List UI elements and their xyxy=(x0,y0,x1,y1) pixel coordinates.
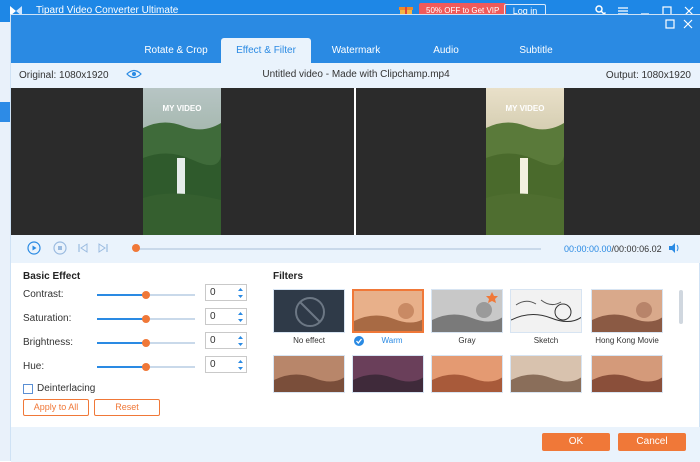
tab-audio[interactable]: Audio xyxy=(401,38,491,63)
filter-sketch[interactable] xyxy=(510,289,582,333)
deinterlacing-label: Deinterlacing xyxy=(37,383,96,394)
hue-value[interactable]: 0 xyxy=(210,359,216,370)
hue-stepper[interactable]: 0 xyxy=(205,356,247,373)
contrast-slider-handle[interactable] xyxy=(142,291,150,299)
original-video-frame: MY VIDEO xyxy=(143,88,221,235)
brightness-slider[interactable] xyxy=(97,339,195,347)
filter-label: Sketch xyxy=(533,336,559,345)
reset-button[interactable]: Reset xyxy=(94,399,160,416)
timeline-track[interactable] xyxy=(133,248,541,250)
dialog-maximize-icon[interactable] xyxy=(665,19,675,32)
saturation-stepper[interactable]: 0 xyxy=(205,308,247,325)
stepper-arrows-icon[interactable] xyxy=(237,310,244,324)
duration: /00:00:06.02 xyxy=(611,244,662,254)
tab-subtitle[interactable]: Subtitle xyxy=(491,38,581,63)
filter-label: Gray xyxy=(458,336,476,345)
saturation-value[interactable]: 0 xyxy=(210,311,216,322)
tab-rotate-crop[interactable]: Rotate & Crop xyxy=(131,38,221,63)
saturation-slider[interactable] xyxy=(97,315,195,323)
contrast-slider[interactable] xyxy=(97,291,195,299)
cancel-button[interactable]: Cancel xyxy=(618,433,686,451)
filter-label: Hong Kong Movie xyxy=(595,336,659,345)
deinterlacing-option[interactable]: Deinterlacing xyxy=(23,383,95,394)
output-resolution: Output: 1080x1920 xyxy=(605,70,691,81)
filter-warm[interactable] xyxy=(352,289,424,333)
ok-button[interactable]: OK xyxy=(542,433,610,451)
current-time: 00:00:00.00 xyxy=(564,244,612,254)
effect-dialog: Rotate & Crop Effect & Filter Watermark … xyxy=(10,14,700,462)
dialog-header: Rotate & Crop Effect & Filter Watermark … xyxy=(11,15,700,63)
timeline-handle[interactable] xyxy=(132,244,140,252)
video-overlay-text-output: MY VIDEO xyxy=(505,104,545,113)
next-frame-icon[interactable] xyxy=(97,241,109,258)
previous-frame-icon[interactable] xyxy=(77,241,89,258)
contrast-stepper[interactable]: 0 xyxy=(205,284,247,301)
saturation-slider-handle[interactable] xyxy=(142,315,150,323)
stepper-arrows-icon[interactable] xyxy=(237,334,244,348)
filters-scrollbar[interactable] xyxy=(679,290,683,324)
play-icon[interactable] xyxy=(27,241,41,258)
tab-effect-filter[interactable]: Effect & Filter xyxy=(221,38,311,63)
filters-title: Filters xyxy=(273,271,304,282)
hue-slider-handle[interactable] xyxy=(142,363,150,371)
filter-thumbnail[interactable] xyxy=(431,355,503,393)
contrast-label: Contrast: xyxy=(23,289,64,300)
output-preview: MY VIDEO xyxy=(356,88,700,235)
basic-effect-title: Basic Effect xyxy=(23,271,81,282)
filter-thumbnail[interactable] xyxy=(510,355,582,393)
filter-gray[interactable] xyxy=(431,289,503,333)
stepper-arrows-icon[interactable] xyxy=(237,286,244,300)
original-preview: MY VIDEO xyxy=(11,88,354,235)
filter-no-effect[interactable] xyxy=(273,289,345,333)
brightness-value[interactable]: 0 xyxy=(210,335,216,346)
deinterlacing-checkbox[interactable] xyxy=(23,383,33,394)
brightness-label: Brightness: xyxy=(23,337,74,348)
time-display: 00:00:00.00/00:00:06.02 xyxy=(564,244,662,254)
filter-thumbnail[interactable] xyxy=(352,355,424,393)
brightness-slider-handle[interactable] xyxy=(142,339,150,347)
tab-watermark[interactable]: Watermark xyxy=(311,38,401,63)
video-overlay-text: MY VIDEO xyxy=(162,104,202,113)
file-name: Untitled video - Made with Clipchamp.mp4 xyxy=(262,69,450,80)
volume-icon[interactable] xyxy=(667,241,681,258)
output-video-frame: MY VIDEO xyxy=(486,88,564,235)
filter-label: No effect xyxy=(293,336,325,345)
player-bar: 00:00:00.00/00:00:06.02 xyxy=(11,235,700,263)
filter-thumbnail[interactable] xyxy=(591,355,663,393)
stop-icon[interactable] xyxy=(53,241,67,258)
hue-slider[interactable] xyxy=(97,363,195,371)
filter-hong-kong-movie[interactable] xyxy=(591,289,663,333)
hue-label: Hue: xyxy=(23,361,45,372)
saturation-label: Saturation: xyxy=(23,313,72,324)
filter-thumbnail[interactable] xyxy=(273,355,345,393)
dialog-close-icon[interactable] xyxy=(683,19,693,32)
info-bar: Original: 1080x1920 Untitled video - Mad… xyxy=(11,63,700,88)
contrast-value[interactable]: 0 xyxy=(210,287,216,298)
brightness-stepper[interactable]: 0 xyxy=(205,332,247,349)
apply-to-all-button[interactable]: Apply to All xyxy=(23,399,89,416)
stepper-arrows-icon[interactable] xyxy=(237,358,244,372)
filter-label: Warm xyxy=(381,336,403,345)
dialog-footer: OK Cancel xyxy=(11,427,700,462)
main-window-strip xyxy=(0,22,10,461)
